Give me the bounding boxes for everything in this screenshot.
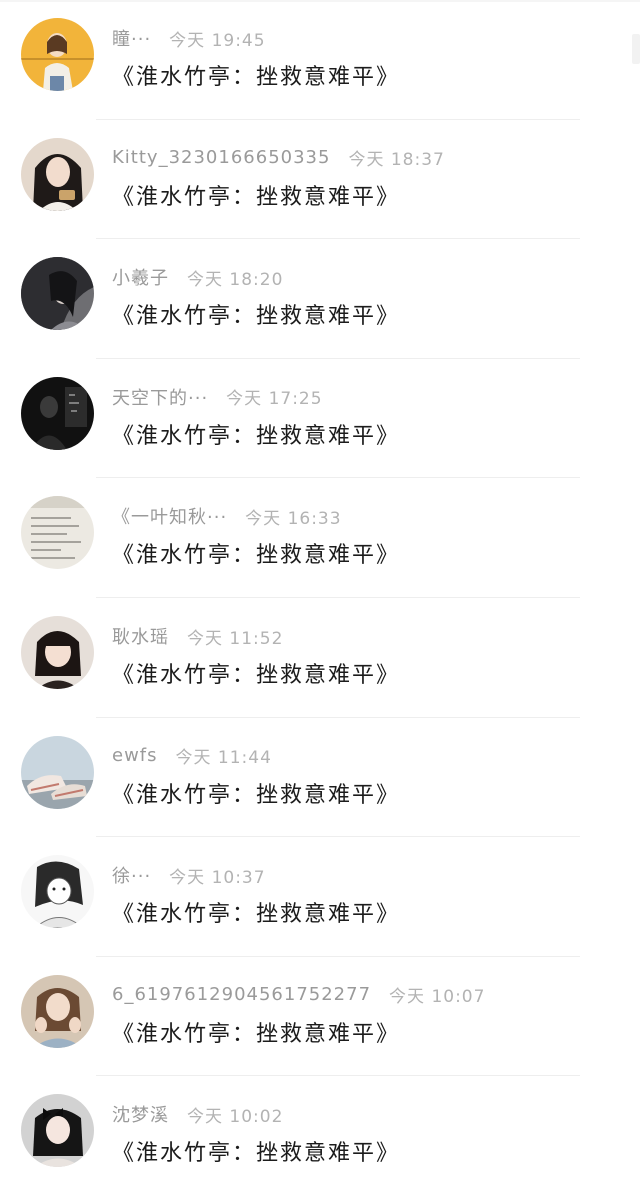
list-item[interactable]: 6_6197612904561752277 今天 10:07 《淮水竹亭：挫救意…	[0, 957, 640, 1077]
comment-text: 《淮水竹亭：挫救意难平》	[112, 65, 401, 90]
avatar[interactable]	[21, 137, 94, 211]
username[interactable]: 耿水瑶	[112, 623, 169, 649]
avatar[interactable]	[21, 616, 94, 689]
comment-text: 《淮水竹亭：挫救意难平》	[112, 423, 401, 449]
list-item[interactable]: 沈梦溪 今天 10:02 《淮水竹亭：挫救意难平》	[0, 1076, 640, 1196]
username[interactable]: 小羲子	[112, 264, 169, 290]
timestamp: 今天 10:02	[187, 1106, 284, 1127]
avatar-shoes-sky-icon	[21, 735, 94, 809]
timestamp: 今天 10:37	[169, 867, 266, 888]
timestamp: 今天 18:20	[187, 269, 284, 290]
username[interactable]: 沈梦溪	[112, 1101, 169, 1127]
avatar[interactable]	[21, 735, 94, 809]
comment-text: 《淮水竹亭：挫救意难平》	[112, 902, 401, 928]
comment-text: 《淮水竹亭：挫救意难平》	[112, 663, 401, 688]
avatar[interactable]	[21, 18, 94, 91]
list-item[interactable]: 瞳··· 今天 19:45 《淮水竹亭：挫救意难平》	[0, 0, 640, 120]
avatar-girl-hands-icon	[21, 974, 94, 1048]
avatar-yellow-girl-icon	[21, 18, 94, 91]
comment-text: 《淮水竹亭：挫救意难平》	[112, 184, 401, 210]
timestamp: 今天 10:07	[389, 987, 486, 1008]
comment-text: 《淮水竹亭：挫救意难平》	[112, 543, 401, 569]
list-item[interactable]: 小羲子 今天 18:20 《淮水竹亭：挫救意难平》	[0, 239, 640, 359]
timestamp: 今天 16:33	[245, 508, 342, 529]
username[interactable]: 瞳···	[112, 25, 151, 51]
username[interactable]: Kitty_3230166650335	[112, 147, 330, 168]
avatar[interactable]	[21, 974, 94, 1048]
avatar-dark-silhouette-icon	[21, 376, 94, 450]
avatar-paper-notes-icon	[21, 496, 94, 570]
timestamp: 今天 19:45	[169, 30, 266, 51]
username[interactable]: 天空下的···	[112, 384, 208, 410]
list-item[interactable]: 徐··· 今天 10:37 《淮水竹亭：挫救意难平》	[0, 837, 640, 957]
username[interactable]: 6_6197612904561752277	[112, 984, 371, 1005]
avatar-child-portrait-icon	[21, 616, 94, 689]
list-item[interactable]: Kitty_3230166650335 今天 18:37 《淮水竹亭：挫救意难平…	[0, 120, 640, 240]
avatar-girl-portrait-icon	[21, 137, 94, 211]
avatar-anime-sketch-icon	[21, 855, 94, 929]
timestamp: 今天 18:37	[348, 150, 445, 171]
username[interactable]: 徐···	[112, 862, 151, 888]
avatar[interactable]	[21, 376, 94, 450]
timestamp: 今天 17:25	[226, 389, 323, 410]
comment-text: 《淮水竹亭：挫救意难平》	[112, 782, 401, 808]
avatar[interactable]	[21, 1094, 94, 1168]
list-item[interactable]: 天空下的··· 今天 17:25 《淮水竹亭：挫救意难平》	[0, 359, 640, 479]
username[interactable]: 《一叶知秋···	[112, 503, 227, 529]
timestamp: 今天 11:44	[175, 748, 272, 769]
avatar[interactable]	[21, 257, 94, 331]
avatar[interactable]	[21, 855, 94, 929]
timestamp: 今天 11:52	[187, 628, 284, 649]
comment-text: 《淮水竹亭：挫救意难平》	[112, 304, 401, 330]
username[interactable]: ewfs	[112, 745, 158, 766]
comment-text: 《淮水竹亭：挫救意难平》	[112, 1141, 401, 1167]
list-item[interactable]: 《一叶知秋··· 今天 16:33 《淮水竹亭：挫救意难平》	[0, 478, 640, 598]
avatar-girl-bow-icon	[21, 1094, 94, 1168]
list-item[interactable]: ewfs 今天 11:44 《淮水竹亭：挫救意难平》	[0, 718, 640, 838]
list-item[interactable]: 耿水瑶 今天 11:52 《淮水竹亭：挫救意难平》	[0, 598, 640, 718]
avatar-dark-hair-icon	[21, 257, 94, 331]
comment-text: 《淮水竹亭：挫救意难平》	[112, 1021, 401, 1047]
avatar[interactable]	[21, 496, 94, 570]
